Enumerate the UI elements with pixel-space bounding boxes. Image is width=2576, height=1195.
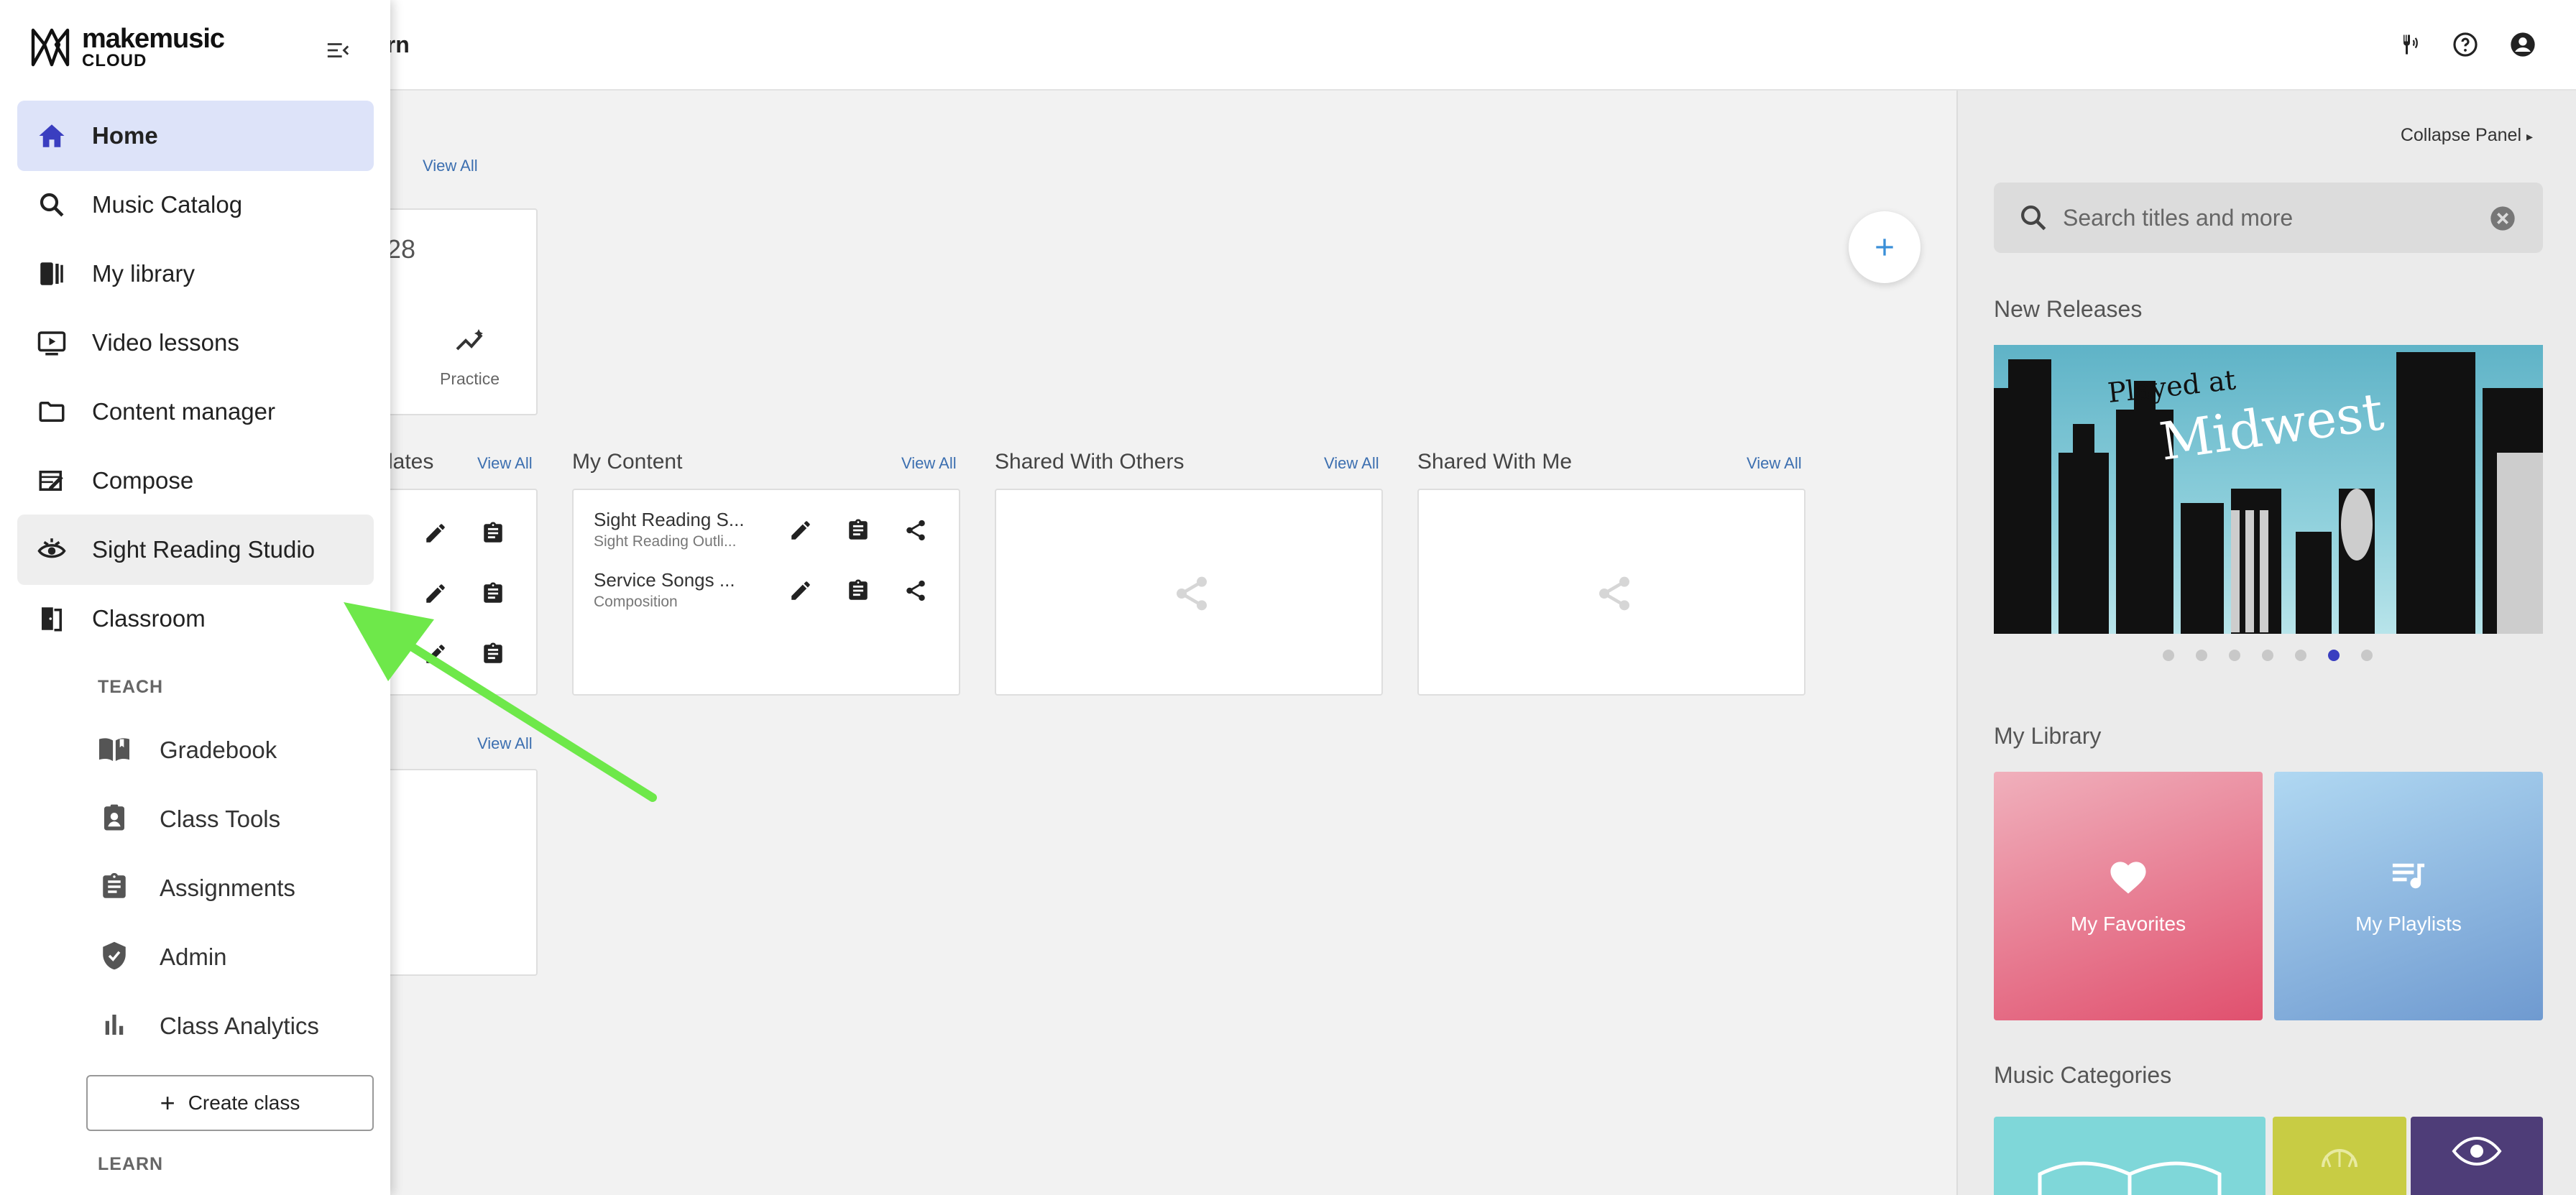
annotation-arrow (344, 602, 657, 802)
